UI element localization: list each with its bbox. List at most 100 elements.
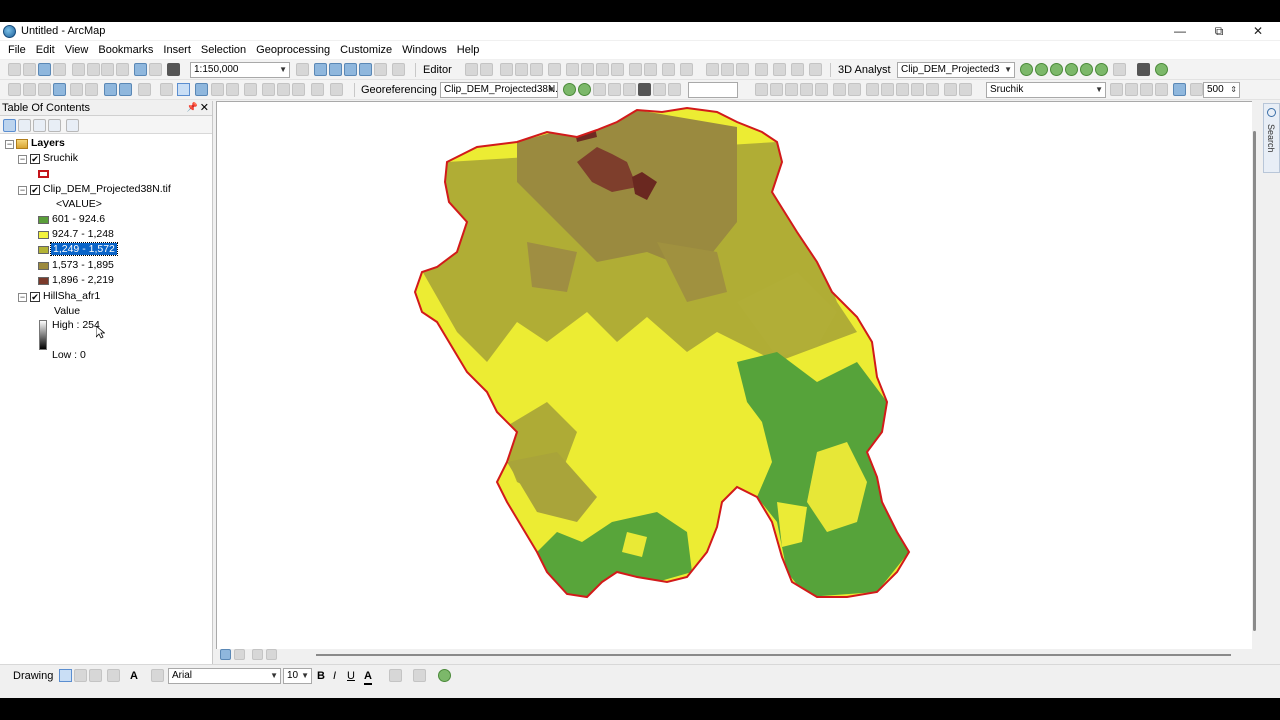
- georeferencing-menu[interactable]: Georeferencing: [361, 83, 437, 97]
- save-icon[interactable]: [38, 63, 51, 76]
- delete-icon[interactable]: [116, 63, 129, 76]
- rotate-element-icon[interactable]: [74, 669, 87, 682]
- profile-graph-icon[interactable]: [1113, 63, 1126, 76]
- layout-view-icon[interactable]: [234, 649, 245, 660]
- rotate-left-icon[interactable]: [785, 83, 798, 96]
- search-window-icon[interactable]: [344, 63, 357, 76]
- transparency-icon[interactable]: [911, 83, 924, 96]
- viewer-icon[interactable]: [653, 83, 666, 96]
- 3d-analyst-menu[interactable]: 3D Analyst: [838, 63, 891, 77]
- print-icon[interactable]: [53, 63, 66, 76]
- fixed-zoom-out-icon[interactable]: [85, 83, 98, 96]
- measure-tool-icon[interactable]: [244, 83, 257, 96]
- error-inspector-icon[interactable]: [809, 63, 822, 76]
- open-folder-icon[interactable]: [23, 63, 36, 76]
- rotate-right-icon[interactable]: [800, 83, 813, 96]
- edit-vertices-drawing-icon[interactable]: [151, 669, 164, 682]
- 3d-analyst-layer-combo[interactable]: Clip_DEM_Projected3 ▼: [897, 62, 1015, 78]
- dem-map-canvas[interactable]: [217, 102, 1256, 661]
- scale-georef-icon[interactable]: [593, 83, 606, 96]
- pause-drawing-icon[interactable]: [266, 649, 277, 660]
- flicker-rate-icon[interactable]: [1173, 83, 1186, 96]
- list-by-visibility-icon[interactable]: [33, 119, 46, 132]
- trace-icon[interactable]: [530, 63, 543, 76]
- reshape-icon[interactable]: [566, 63, 579, 76]
- list-by-selection-icon[interactable]: [48, 119, 61, 132]
- undo-icon[interactable]: [134, 63, 147, 76]
- redo-icon[interactable]: [149, 63, 162, 76]
- class-swatch-3[interactable]: [38, 246, 49, 254]
- edit-tool-icon[interactable]: [465, 63, 478, 76]
- line-of-sight-icon[interactable]: [1050, 63, 1063, 76]
- menu-insert[interactable]: Insert: [158, 41, 196, 59]
- auto-adjust-icon[interactable]: [623, 83, 636, 96]
- flicker-rate-input[interactable]: 500 ⇕: [1203, 82, 1240, 98]
- zoom-in-icon[interactable]: [8, 83, 21, 96]
- minimize-button[interactable]: —: [1160, 22, 1200, 40]
- collapse-icon[interactable]: −: [18, 155, 27, 164]
- topo-edit-icon[interactable]: [773, 63, 786, 76]
- flip-vertical-icon[interactable]: [770, 83, 783, 96]
- cube-icon[interactable]: [959, 83, 972, 96]
- font-color-button[interactable]: A: [364, 669, 372, 685]
- marker-color-icon[interactable]: [438, 669, 451, 682]
- editor-toolbar-icon[interactable]: [296, 63, 309, 76]
- effects-layer-combo[interactable]: Sruchik ▼: [986, 82, 1106, 98]
- create-contours-icon[interactable]: [1020, 63, 1033, 76]
- menu-bookmarks[interactable]: Bookmarks: [93, 41, 158, 59]
- georef-link-icon[interactable]: [721, 63, 734, 76]
- arctoolbox-icon[interactable]: [359, 63, 372, 76]
- menu-geoprocessing[interactable]: Geoprocessing: [251, 41, 335, 59]
- shift-georef-icon[interactable]: [578, 83, 591, 96]
- view-link-table-icon[interactable]: [638, 83, 651, 96]
- layer-visibility-checkbox[interactable]: ✔: [30, 154, 40, 164]
- font-name-combo[interactable]: Arial ▼: [168, 668, 281, 684]
- toc-options-icon[interactable]: [66, 119, 79, 132]
- menu-customize[interactable]: Customize: [335, 41, 397, 59]
- pin-icon[interactable]: 📌: [187, 102, 198, 113]
- arcglobe-icon[interactable]: [1155, 63, 1168, 76]
- collapse-icon[interactable]: −: [18, 186, 27, 195]
- cut-polygons-icon[interactable]: [581, 63, 594, 76]
- font-size-combo[interactable]: 10 ▼: [283, 668, 312, 684]
- find-binoculars-icon[interactable]: [262, 83, 275, 96]
- georef-tool-icon[interactable]: [706, 63, 719, 76]
- class-swatch-5[interactable]: [38, 277, 49, 285]
- fit-to-display-icon[interactable]: [815, 83, 828, 96]
- data-view-icon[interactable]: [220, 649, 231, 660]
- search-side-tab[interactable]: Search: [1263, 103, 1280, 173]
- edit-annotation-icon[interactable]: [480, 63, 493, 76]
- rotate-georef-icon[interactable]: [563, 83, 576, 96]
- cut-icon[interactable]: [72, 63, 85, 76]
- pan-hand-icon[interactable]: [38, 83, 51, 96]
- contrast-icon[interactable]: [881, 83, 894, 96]
- new-document-icon[interactable]: [8, 63, 21, 76]
- map-horizontal-scrollbar[interactable]: [216, 649, 1256, 661]
- close-window-button[interactable]: ✕: [1238, 22, 1278, 40]
- python-icon[interactable]: [374, 63, 387, 76]
- adjust-transparency-icon[interactable]: [1140, 83, 1153, 96]
- class-swatch-2[interactable]: [38, 231, 49, 239]
- grid-icon[interactable]: [926, 83, 939, 96]
- effects-icon[interactable]: [866, 83, 879, 96]
- zoom-out-icon[interactable]: [23, 83, 36, 96]
- modelbuilder-icon[interactable]: [392, 63, 405, 76]
- collapse-icon[interactable]: −: [18, 293, 27, 302]
- georef-delete-icon[interactable]: [736, 63, 749, 76]
- brightness-icon[interactable]: [896, 83, 909, 96]
- layers-root-label[interactable]: Layers: [31, 136, 65, 151]
- copy-icon[interactable]: [87, 63, 100, 76]
- line-color-icon[interactable]: [413, 669, 426, 682]
- layer-visibility-checkbox[interactable]: ✔: [30, 292, 40, 302]
- add-control-points-icon[interactable]: [608, 83, 621, 96]
- layer-name-hillshade[interactable]: HillSha_afr1: [43, 289, 100, 304]
- text-tool-button[interactable]: A: [130, 669, 138, 683]
- editor-menu-button[interactable]: Editor: [423, 63, 452, 77]
- contrast-layer-icon[interactable]: [1155, 83, 1168, 96]
- class-swatch-1[interactable]: [38, 216, 49, 224]
- select-features-icon[interactable]: [138, 83, 151, 96]
- layer-visibility-checkbox[interactable]: ✔: [30, 185, 40, 195]
- paste-icon[interactable]: [101, 63, 114, 76]
- go-to-xy-icon[interactable]: [292, 83, 305, 96]
- menu-windows[interactable]: Windows: [397, 41, 452, 59]
